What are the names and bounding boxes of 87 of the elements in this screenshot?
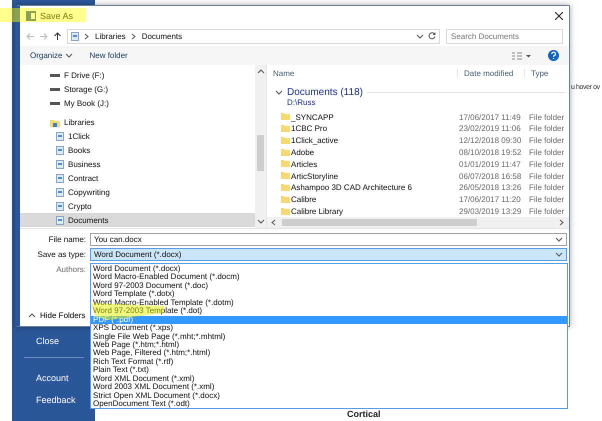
library-icon [56,132,64,140]
backstage-menu-item[interactable]: Close [30,333,66,349]
library-icon [56,188,64,196]
address-bar[interactable]: Libraries Documents [67,28,440,44]
file-row[interactable]: 1Click_active 12/12/2018 09:30 File folder [267,134,569,147]
file-type-option[interactable]: Word 2003 XML Document (*.xml) [91,383,567,392]
navigation-item[interactable]: Contract [20,171,255,185]
chevron-up-icon [28,312,36,319]
file-row[interactable]: Articles 01/01/2019 11:47 File folder [267,158,569,170]
help-icon[interactable] [548,50,559,61]
navigation-item[interactable]: Storage (G:) [20,82,255,96]
search-field[interactable]: Search Documents [446,28,563,44]
column-header[interactable]: Date modified [457,69,524,78]
file-row[interactable]: Adobe 08/10/2018 19:52 File folder [267,146,569,158]
chevron-down-icon [65,52,74,59]
navigation-item[interactable]: Libraries [20,115,255,129]
file-row[interactable]: _SYNCAPP 17/06/2017 11:49 File folder [267,111,569,124]
navigation-item[interactable]: 1Click [20,129,255,143]
backstage-menu-item[interactable]: Account [30,370,75,386]
save-type-dropdown[interactable]: Word Document (*.docx) [90,248,567,261]
scrollbar-thumb[interactable] [282,219,477,226]
file-type-option[interactable]: Word XML Document (*.xml) [91,374,567,384]
column-header[interactable]: Name [267,69,457,78]
field-label: Authors: [55,265,87,274]
backstage-menu-item[interactable]: Feedback [30,392,82,408]
breadcrumb-item[interactable]: Documents [142,32,182,40]
organize-button[interactable]: Organize [30,51,74,60]
word-icon [26,11,36,21]
chevron-right-icon [130,32,138,40]
column-header[interactable]: Type [524,69,554,78]
field-label: Save as type: [36,250,87,259]
file-type-option[interactable]: Word 97-2003 Document (*.doc) [91,282,567,290]
file-type-option[interactable]: Word Macro-Enabled Document (*.docm) [91,273,567,282]
file-row[interactable]: ArticStoryline 06/07/2018 16:58 File folder [267,170,569,182]
breadcrumb-item[interactable]: Libraries [95,32,126,40]
file-type-option[interactable]: Web Page (*.htm;*.html) [91,340,567,350]
file-type-option[interactable]: Rich Text Format (*.rtf) [91,358,567,366]
group-header[interactable]: Documents (118) [287,87,363,98]
file-type-option[interactable]: Single File Web Page (*.mht;*.mhtml) [91,332,567,341]
file-type-option[interactable]: Plain Text (*.txt) [91,366,567,375]
navigation-item[interactable]: Business [20,157,255,171]
library-icon [71,32,79,40]
navigation-item[interactable]: F Drive (F:) [20,68,255,82]
chevron-down-icon [416,32,424,40]
navigation-item[interactable]: Copywriting [20,185,255,199]
navigation-item[interactable]: Documents [20,213,255,227]
back-arrow-icon[interactable] [26,32,34,40]
scrollbar-thumb[interactable] [257,135,264,171]
refresh-icon[interactable] [428,32,436,40]
file-row[interactable]: 1CBC Pro 23/02/2019 11:06 File folder [267,123,569,135]
libraries-icon [50,118,60,126]
library-icon [56,202,64,210]
file-row[interactable]: Calibre 17/06/2017 11:20 File folder [267,194,569,206]
file-name-field[interactable]: You can.docx [90,233,567,246]
file-type-option[interactable]: Web Page, Filtered (*.htm;*.html) [91,349,567,358]
file-type-option[interactable]: Word Document (*.docx) [91,265,567,274]
navigation-item[interactable]: My Book (J:) [20,96,255,110]
library-icon [56,174,64,182]
hide-folders-button[interactable]: Hide Folders [26,309,88,322]
scrollbar[interactable] [255,65,266,228]
navigation-item[interactable]: Crypto [20,199,255,213]
window-title: Save As [40,11,74,21]
file-row[interactable]: Calibre Library 29/03/2019 13:29 File folder [267,206,569,218]
view-options-icon[interactable] [512,52,532,60]
library-icon [56,146,64,154]
up-arrow-icon[interactable] [54,32,61,40]
library-icon [56,216,64,224]
group-path: D:\Russ [286,98,316,108]
new-folder-button[interactable]: New folder [89,51,128,60]
scroll-left-icon [270,219,278,226]
scroll-down-icon [256,218,264,225]
field-label: File name: [48,235,87,244]
file-type-option[interactable]: Strict Open XML Document (*.docx) [91,392,567,400]
chevron-right-icon [83,32,91,40]
forward-arrow-icon[interactable] [40,32,48,40]
file-type-option[interactable]: OpenDocument Text (*.odt) [91,400,567,408]
scroll-up-icon [256,68,264,75]
file-type-option[interactable]: XPS Document (*.xps) [91,324,567,332]
navigation-item[interactable]: Books [20,143,255,157]
scroll-right-icon [558,219,566,226]
file-row[interactable]: Ashampoo 3D CAD Architecture 6 26/05/2018 13:26 File folder [267,182,569,194]
section-heading: Cortical [347,409,381,419]
close-icon[interactable] [555,12,563,20]
chevron-down-icon [275,89,283,96]
library-icon [56,160,64,168]
horizontal-scrollbar[interactable] [267,217,569,228]
file-type-option[interactable]: Word Template (*.dotx) [91,290,567,299]
